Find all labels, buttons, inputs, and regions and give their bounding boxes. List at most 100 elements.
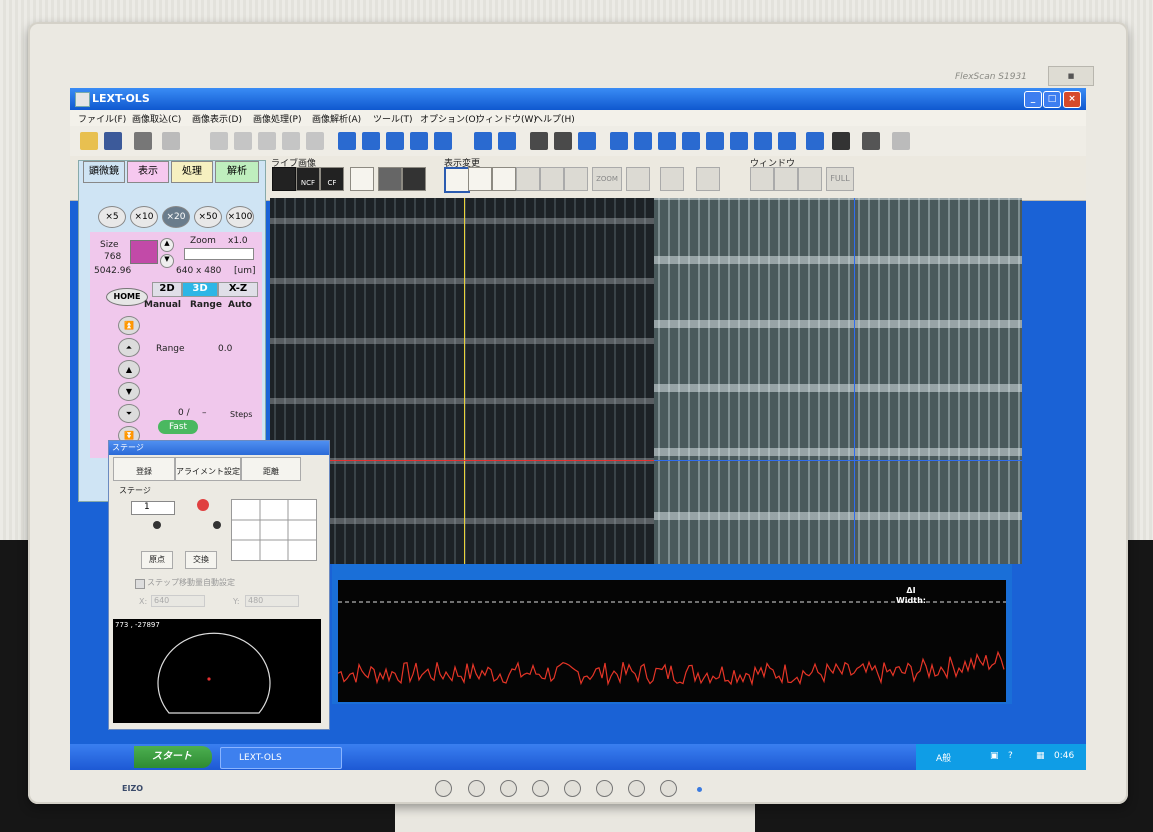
start-button[interactable]: スタート <box>134 746 212 768</box>
horizontal-cursor-line-right[interactable] <box>654 460 1022 461</box>
print-icon[interactable] <box>134 132 152 150</box>
z-up-icon[interactable]: ⏶ <box>118 338 140 357</box>
size-up-icon[interactable]: ▲ <box>160 238 174 252</box>
close-icon[interactable]: × <box>1063 91 1081 108</box>
help-icon[interactable]: ? <box>1008 751 1013 761</box>
layout-horizontal-button[interactable] <box>468 167 492 191</box>
layout-single-button[interactable] <box>444 167 470 193</box>
quad-view-button[interactable] <box>402 167 426 191</box>
chart-tool-icon[interactable] <box>498 132 516 150</box>
stage-up-icon[interactable] <box>197 499 209 511</box>
ime-indicator[interactable]: A般 <box>936 751 951 764</box>
tool-icon[interactable] <box>610 132 628 150</box>
z-down-step-icon[interactable]: ▼ <box>118 382 140 401</box>
monitor-button-4[interactable] <box>564 780 581 797</box>
objective-x5-button[interactable]: ×5 <box>98 206 126 228</box>
live-color-button[interactable] <box>272 167 296 191</box>
minimize-icon[interactable]: _ <box>1024 91 1042 108</box>
tool-icon[interactable] <box>754 132 772 150</box>
tab-analysis[interactable]: 解析 <box>215 161 259 183</box>
step-spinner[interactable]: 1 <box>131 501 175 515</box>
graph-tool-icon[interactable] <box>474 132 492 150</box>
single-view-button[interactable] <box>378 167 402 191</box>
alignment-button[interactable]: アライメント設定 <box>175 457 241 481</box>
measure-tool-icon[interactable] <box>386 132 404 150</box>
monitor-button-2[interactable] <box>500 780 517 797</box>
origin-button[interactable]: 原点 <box>141 551 173 569</box>
z-up-fast-icon[interactable]: ⏫ <box>118 316 140 335</box>
z-up-step-icon[interactable]: ▲ <box>118 360 140 379</box>
fast-button[interactable]: Fast <box>158 420 198 434</box>
scan-range-tab[interactable]: Range <box>190 300 222 310</box>
cursor-tool-icon[interactable] <box>530 132 548 150</box>
tool-icon[interactable] <box>634 132 652 150</box>
menu-options[interactable]: オプション(O) <box>420 112 479 125</box>
menu-tools[interactable]: ツール(T) <box>373 112 413 125</box>
layout-vertical-button[interactable] <box>492 167 516 191</box>
window-tool-icon[interactable] <box>862 132 880 150</box>
scan-manual-tab[interactable]: Manual <box>144 300 181 310</box>
tab-processing[interactable]: 処理 <box>171 161 213 183</box>
menu-capture[interactable]: 画像取込(C) <box>132 112 181 125</box>
profile-graph[interactable]: ΔI Width: <box>338 580 1006 702</box>
monitor-button-5[interactable] <box>596 780 613 797</box>
mode-2d-button[interactable]: 2D <box>152 282 182 297</box>
menu-file[interactable]: ファイル(F) <box>78 112 126 125</box>
objective-x100-button[interactable]: ×100 <box>226 206 254 228</box>
grid-tool-icon[interactable] <box>832 132 850 150</box>
network-icon[interactable]: ▦ <box>1036 751 1045 761</box>
cf-button[interactable]: CF <box>320 167 344 191</box>
taskbar-item-lext-ols[interactable]: LEXT-OLS <box>220 747 342 769</box>
monitor-power-button[interactable] <box>435 780 452 797</box>
rotate-tool-icon[interactable] <box>578 132 596 150</box>
menu-window[interactable]: ウィンドウ(W) <box>476 112 537 125</box>
home-button[interactable]: HOME <box>106 288 148 306</box>
mode-3d-button[interactable]: 3D <box>182 282 218 297</box>
tool-icon[interactable] <box>778 132 796 150</box>
monitor-button-1[interactable] <box>468 780 485 797</box>
monitor-view-button[interactable] <box>350 167 374 191</box>
tray-icon[interactable]: ▣ <box>990 751 999 761</box>
maximize-icon[interactable]: □ <box>1043 91 1061 108</box>
tool-icon[interactable] <box>706 132 724 150</box>
scan-auto-tab[interactable]: Auto <box>228 300 252 310</box>
magnifier-icon[interactable] <box>554 132 572 150</box>
ncf-button[interactable]: NCF <box>296 167 320 191</box>
objective-x10-button[interactable]: ×10 <box>130 206 158 228</box>
stage-map[interactable]: 773 , -27897 <box>113 619 321 723</box>
swap-button[interactable]: 交換 <box>185 551 217 569</box>
tab-microscope[interactable]: 顕微鏡 <box>83 161 125 183</box>
stage-position-grid[interactable] <box>231 499 317 561</box>
monitor-button-7[interactable] <box>660 780 677 797</box>
stage-right-icon[interactable] <box>213 521 221 529</box>
save-icon[interactable] <box>104 132 122 150</box>
window-titlebar[interactable]: LEXT-OLS _ □ × <box>70 88 1086 110</box>
size-down-icon[interactable]: ▼ <box>160 254 174 268</box>
objective-x20-button[interactable]: ×20 <box>162 206 190 228</box>
tab-display[interactable]: 表示 <box>127 161 169 183</box>
auto-step-checkbox[interactable] <box>135 579 145 589</box>
zoom-slider[interactable] <box>184 248 254 260</box>
monitor-button-3[interactable] <box>532 780 549 797</box>
tool-icon[interactable] <box>806 132 824 150</box>
distance-button[interactable]: 距離 <box>241 457 301 481</box>
tool-icon[interactable] <box>730 132 748 150</box>
objective-x50-button[interactable]: ×50 <box>194 206 222 228</box>
monitor-button-6[interactable] <box>628 780 645 797</box>
stage-dialog-title[interactable]: ステージ <box>109 441 329 455</box>
register-button[interactable]: 登録 <box>113 457 175 481</box>
line-tool-icon[interactable] <box>434 132 452 150</box>
menu-analysis[interactable]: 画像解析(A) <box>312 112 361 125</box>
image-view[interactable] <box>270 198 1022 564</box>
menu-processing[interactable]: 画像処理(P) <box>253 112 301 125</box>
analysis-tool-icon[interactable] <box>410 132 428 150</box>
tool-icon[interactable] <box>682 132 700 150</box>
vertical-cursor-line-right[interactable] <box>854 198 855 564</box>
z-down-icon[interactable]: ⏷ <box>118 404 140 423</box>
histogram-tool-icon[interactable] <box>362 132 380 150</box>
stage-left-icon[interactable] <box>153 521 161 529</box>
vertical-cursor-line[interactable] <box>464 198 465 564</box>
mode-xz-button[interactable]: X-Z <box>218 282 258 297</box>
open-icon[interactable] <box>80 132 98 150</box>
profile-tool-icon[interactable] <box>338 132 356 150</box>
